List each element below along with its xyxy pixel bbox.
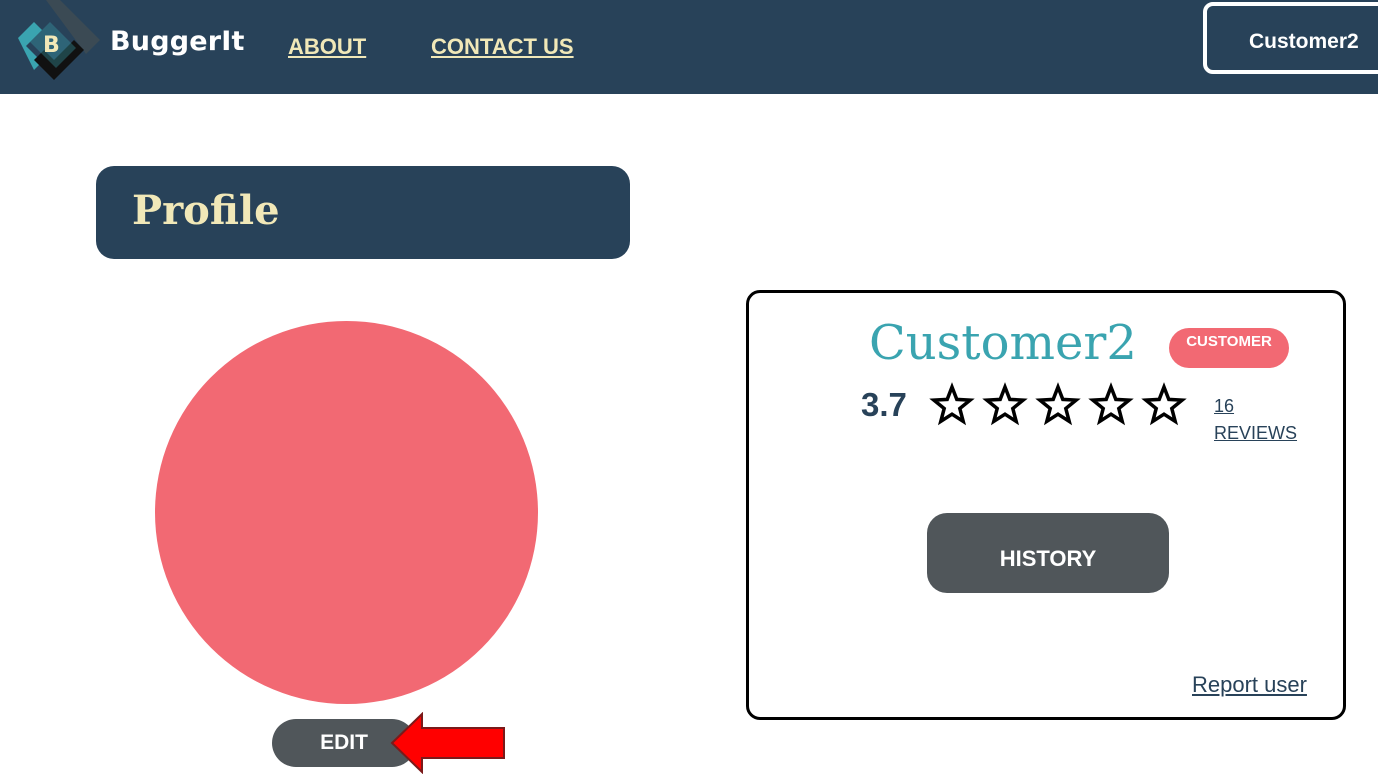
user-info-card: Customer2 CUSTOMER 3.7 16 REVIEWS HISTOR… — [746, 290, 1346, 720]
reviews-link[interactable]: 16 REVIEWS — [1214, 393, 1297, 447]
rating-value: 3.7 — [861, 386, 907, 423]
reviews-count: 16 — [1214, 396, 1235, 416]
user-account-button[interactable]: Customer2 — [1203, 2, 1378, 74]
star-outline-icon — [1035, 382, 1081, 426]
reviews-label: REVIEWS — [1214, 423, 1298, 443]
page-title: Profile — [132, 187, 280, 234]
profile-header: Profile — [96, 166, 630, 259]
star-outline-icon — [929, 382, 975, 426]
star-outline-icon — [1088, 382, 1134, 426]
role-badge: CUSTOMER — [1169, 328, 1289, 368]
report-user-link[interactable]: Report user — [1192, 672, 1307, 698]
rating-stars — [929, 382, 1187, 426]
nav-about-link[interactable]: ABOUT — [288, 34, 366, 60]
nav-contact-link[interactable]: CONTACT US — [431, 34, 574, 60]
history-button[interactable]: HISTORY — [927, 513, 1169, 593]
avatar — [155, 321, 538, 704]
logo-letter: B — [43, 33, 60, 58]
card-username: Customer2 — [869, 315, 1137, 371]
star-outline-icon — [1141, 382, 1187, 426]
brand-name[interactable]: BuggerIt — [110, 26, 245, 57]
star-outline-icon — [982, 382, 1028, 426]
red-arrow-annotation-icon — [390, 712, 505, 774]
top-navbar: B BuggerIt ABOUT CONTACT US Customer2 — [0, 0, 1378, 94]
buggerit-logo-icon[interactable]: B — [4, 0, 100, 94]
